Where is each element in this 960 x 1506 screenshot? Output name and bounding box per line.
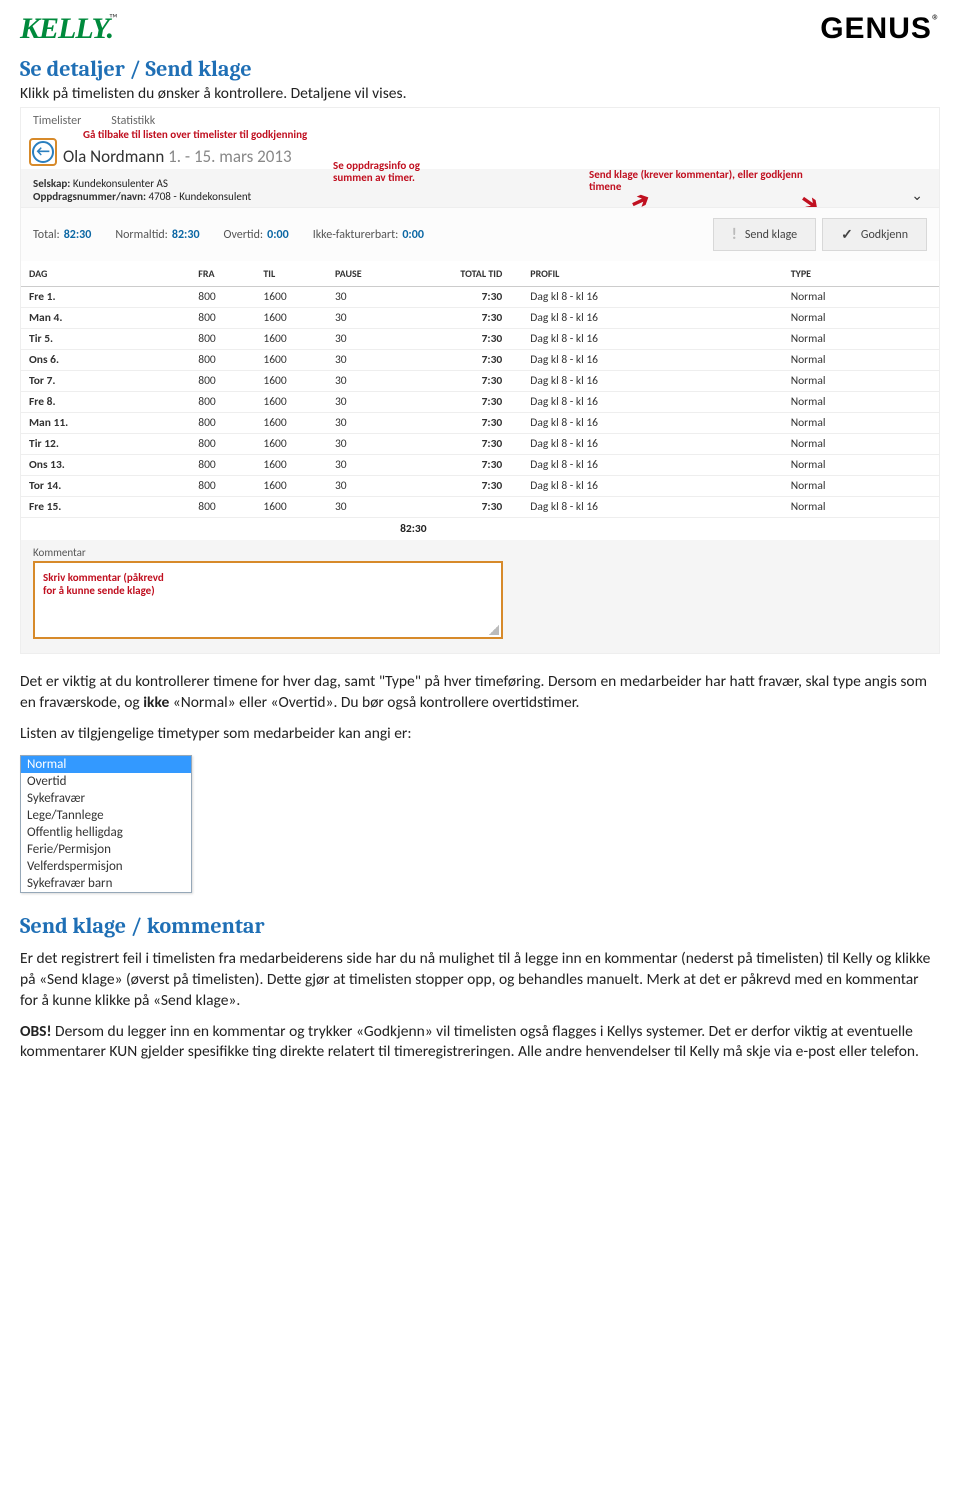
company-value: Kundekonsulenter AS [73, 177, 168, 190]
body-para-control: Det er viktig at du kontrollerer timene … [20, 672, 940, 714]
dropdown-item[interactable]: Normal [21, 756, 191, 773]
overtime-label: Overtid: [224, 228, 264, 242]
header-total: TOTAL TID [392, 261, 522, 287]
body-para-send-klage: Er det registrert feil i timelisten fra … [20, 949, 940, 1012]
body-para-types: Listen av tilgjengelige timetyper som me… [20, 724, 940, 745]
assignment-value: 4708 - Kundekonsulent [149, 190, 252, 203]
annotation-back: Gå tilbake til listen over timelister ti… [83, 128, 307, 141]
godkjenn-button[interactable]: ✓ Godkjenn [822, 218, 927, 251]
exclaim-icon: ! [732, 225, 737, 244]
comment-textarea[interactable]: Skriv kommentar (påkrevd for å kunne sen… [33, 561, 503, 639]
body-para-obs: OBS! Dersom du legger inn en kommentar o… [20, 1022, 940, 1064]
table-row: Ons 13.8001600307:30Dag kl 8 - kl 16Norm… [21, 455, 939, 476]
nonbill-label: Ikke-fakturerbart: [313, 228, 399, 242]
header-pause: PAUSE [327, 261, 392, 287]
table-row: Man 11.8001600307:30Dag kl 8 - kl 16Norm… [21, 413, 939, 434]
send-klage-button[interactable]: ! Send klage [713, 218, 817, 251]
annotation-comment: Skriv kommentar (påkrevd for å kunne sen… [43, 571, 493, 597]
header-profil: PROFIL [522, 261, 782, 287]
table-row: Fre 1.8001600307:30Dag kl 8 - kl 16Norma… [21, 287, 939, 308]
nonbill-value: 0:00 [402, 228, 424, 242]
table-row: Tor 14.8001600307:30Dag kl 8 - kl 16Norm… [21, 476, 939, 497]
header-type: TYPE [783, 261, 939, 287]
normal-label: Normaltid: [115, 228, 168, 242]
comment-label: Kommentar [33, 546, 927, 559]
header-dag: DAG [21, 261, 190, 287]
footer-total: 82:30 [392, 518, 522, 541]
employee-name: Ola Nordmann [63, 146, 164, 167]
table-row: Tir 12.8001600307:30Dag kl 8 - kl 16Norm… [21, 434, 939, 455]
table-row: Fre 15.8001600307:30Dag kl 8 - kl 16Norm… [21, 497, 939, 518]
dropdown-item[interactable]: Sykefravær barn [21, 875, 191, 892]
dropdown-item[interactable]: Sykefravær [21, 790, 191, 807]
header-fra: FRA [190, 261, 255, 287]
table-row: Tir 5.8001600307:30Dag kl 8 - kl 16Norma… [21, 329, 939, 350]
header-til: TIL [255, 261, 327, 287]
dropdown-item[interactable]: Lege/Tannlege [21, 807, 191, 824]
resize-handle-icon[interactable] [489, 625, 499, 635]
annotation-assignment: Se oppdragsinfo og summen av timer. [333, 160, 493, 184]
period-dates: 1. - 15. mars 2013 [168, 146, 291, 167]
annotation-actions: Send klage (krever kommentar), eller god… [589, 169, 839, 193]
normal-value: 82:30 [172, 228, 200, 242]
dropdown-item[interactable]: Velferdspermisjon [21, 858, 191, 875]
total-value: 82:30 [64, 228, 92, 242]
section-intro-details: Klikk på timelisten du ønsker å kontroll… [20, 84, 940, 103]
dropdown-item[interactable]: Ferie/Permisjon [21, 841, 191, 858]
back-arrow-icon: ← [32, 141, 54, 163]
total-label: Total: [33, 228, 60, 242]
timesheet-table: DAG FRA TIL PAUSE TOTAL TID PROFIL TYPE … [21, 261, 939, 540]
section-title-send-klage: Send klage / kommentar [20, 913, 940, 939]
genus-logo: GENUS® [820, 12, 940, 46]
assignment-label: Oppdragsnummer/navn: [33, 190, 146, 203]
overtime-value: 0:00 [267, 228, 289, 242]
chevron-down-icon[interactable]: ⌄ [911, 187, 923, 204]
tab-timelister[interactable]: Timelister [33, 114, 81, 132]
company-label: Selskap: [33, 177, 70, 190]
table-row: Tor 7.8001600307:30Dag kl 8 - kl 16Norma… [21, 371, 939, 392]
table-row: Fre 8.8001600307:30Dag kl 8 - kl 16Norma… [21, 392, 939, 413]
time-type-dropdown[interactable]: NormalOvertidSykefraværLege/TannlegeOffe… [20, 755, 192, 893]
back-button[interactable]: ← [29, 138, 57, 166]
dropdown-item[interactable]: Offentlig helligdag [21, 824, 191, 841]
check-icon: ✓ [841, 226, 853, 243]
dropdown-item[interactable]: Overtid [21, 773, 191, 790]
timesheet-screenshot: Timelister Statistikk ← Gå tilbake til l… [20, 107, 940, 654]
section-title-details: Se detaljer / Send klage [20, 56, 940, 82]
kelly-logo: KELLY.™ [20, 12, 118, 46]
table-row: Ons 6.8001600307:30Dag kl 8 - kl 16Norma… [21, 350, 939, 371]
table-row: Man 4.8001600307:30Dag kl 8 - kl 16Norma… [21, 308, 939, 329]
